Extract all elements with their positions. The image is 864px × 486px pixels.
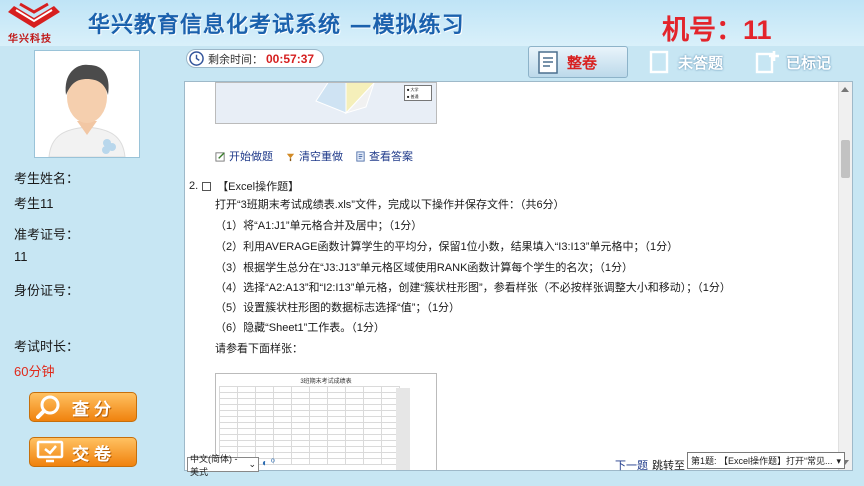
check-score-label: 查分: [72, 399, 116, 419]
ime-toolbar-icons[interactable]: ◐ ⁰: [262, 458, 275, 469]
duration-label: 考试时长：: [14, 339, 80, 354]
exam-id-label: 准考证号：: [14, 227, 80, 242]
ime-text: 中文(简体) - 美式: [190, 453, 238, 477]
question-instruction: 打开“3班期末考试成绩表.xls”文件，完成以下操作并保存文件：（共6分）: [215, 199, 565, 211]
pie-legend: ■ 大学 ■ 普通: [404, 85, 432, 101]
submit-paper-button[interactable]: 交卷: [29, 437, 137, 467]
header-bar: 华兴科技 华兴教育信息化考试系统 —模拟练习 机号：11: [0, 0, 864, 46]
tab-marked[interactable]: 已标记: [748, 46, 848, 78]
clear-redo-button[interactable]: 清空重做: [285, 148, 343, 164]
clear-redo-label: 清空重做: [299, 151, 343, 163]
view-answer-button[interactable]: 查看答案: [355, 148, 413, 164]
question-panel[interactable]: ■ 大学 ■ 普通 开始做题 清空重做 查看答案 2. 【Excel操作题】 打…: [184, 81, 853, 471]
scroll-thumb[interactable]: [841, 140, 850, 178]
question-step: （3）根据学生总分在“J3:J13”单元格区域使用RANK函数计算每个学生的名次…: [215, 262, 634, 274]
timer-value: 00:57:37: [266, 51, 315, 66]
blank-page-icon: [649, 50, 669, 74]
exam-id-value: 11: [14, 249, 28, 264]
jump-to-label: 跳转至: [652, 460, 685, 472]
tab-unanswered-label: 未答题: [678, 54, 724, 72]
legend-item: ■ 大学: [407, 87, 419, 92]
tab-marked-label: 已标记: [786, 54, 832, 72]
duration-value: 60分钟: [14, 364, 55, 379]
tab-full-paper[interactable]: 整卷: [528, 46, 628, 78]
bookmark-plus-icon: [755, 51, 779, 74]
chevron-down-icon: ⌄: [248, 459, 256, 469]
magnifier-icon: [36, 395, 60, 419]
sample-table-title: 3班期末考试成绩表: [300, 379, 352, 385]
question-actions: 开始做题 清空重做 查看答案: [215, 148, 425, 164]
scroll-up-arrow-icon[interactable]: [841, 87, 849, 92]
question-step: （6）隐藏“Sheet1”工作表。（1分）: [215, 322, 385, 334]
question-step: （2）利用AVERAGE函数计算学生的平均分，保留1位小数，结果填入“I3:I1…: [215, 241, 679, 253]
question-header: 2. 【Excel操作题】: [189, 178, 299, 194]
tab-unanswered[interactable]: 未答题: [640, 46, 740, 78]
legend-item: ■ 普通: [407, 94, 419, 99]
avatar-icon: [35, 51, 139, 157]
chevron-down-icon: ▾: [836, 456, 841, 466]
content-scrollbar[interactable]: [838, 82, 852, 470]
document-icon: [538, 51, 558, 74]
name-label: 考生姓名：: [14, 171, 80, 186]
logo-text: 华兴科技: [8, 34, 52, 45]
start-answer-button[interactable]: 开始做题: [215, 148, 273, 164]
mark-question-checkbox[interactable]: [202, 181, 212, 191]
question-step: （1）将“A1:J1”单元格合并及居中；（1分）: [215, 220, 423, 232]
broom-icon: [286, 153, 295, 161]
ime-selector[interactable]: 中文(简体) - 美式 ⌄: [187, 454, 259, 477]
question-step: （4）选择“A2:A13”和“I2:I13”单元格，创建“簇状柱形图”，参看样张…: [215, 282, 731, 294]
jump-select-value: 第1题: 【Excel操作题】打开“常见...: [691, 456, 833, 466]
pencil-icon: [215, 151, 225, 162]
question-number: 2.: [189, 180, 199, 192]
machine-number: 机号：11: [662, 15, 772, 45]
idcard-label: 身份证号：: [14, 283, 80, 298]
remaining-time: 剩余时间： 00:57:37: [186, 49, 324, 68]
sample-pie-chart-image: ■ 大学 ■ 普通: [215, 82, 437, 124]
monitor-submit-icon: [36, 440, 64, 463]
clock-icon: [189, 51, 204, 66]
answer-sheet-icon: [356, 150, 365, 162]
start-answer-label: 开始做题: [229, 151, 273, 163]
timer-label: 剩余时间：: [208, 53, 263, 66]
jump-to-question-select[interactable]: 第1题: 【Excel操作题】打开“常见... ▾: [687, 452, 845, 469]
view-answer-label: 查看答案: [369, 151, 413, 163]
next-question-link[interactable]: 下一题: [615, 457, 648, 473]
system-title: 华兴教育信息化考试系统 —模拟练习: [88, 12, 465, 38]
submit-paper-label: 交卷: [72, 444, 116, 464]
name-value: 考生11: [14, 196, 54, 211]
check-score-button[interactable]: 查分: [29, 392, 137, 422]
tab-full-paper-label: 整卷: [567, 54, 598, 72]
question-step: （5）设置簇状柱形图的数据标志选择“值”；（1分）: [215, 302, 461, 314]
question-type: 【Excel操作题】: [217, 181, 300, 193]
logo-emblem-icon: [8, 2, 60, 28]
candidate-photo: [34, 50, 140, 158]
obscured-column: [396, 388, 410, 470]
sample-reference-text: 请参看下面样张：: [215, 343, 303, 355]
